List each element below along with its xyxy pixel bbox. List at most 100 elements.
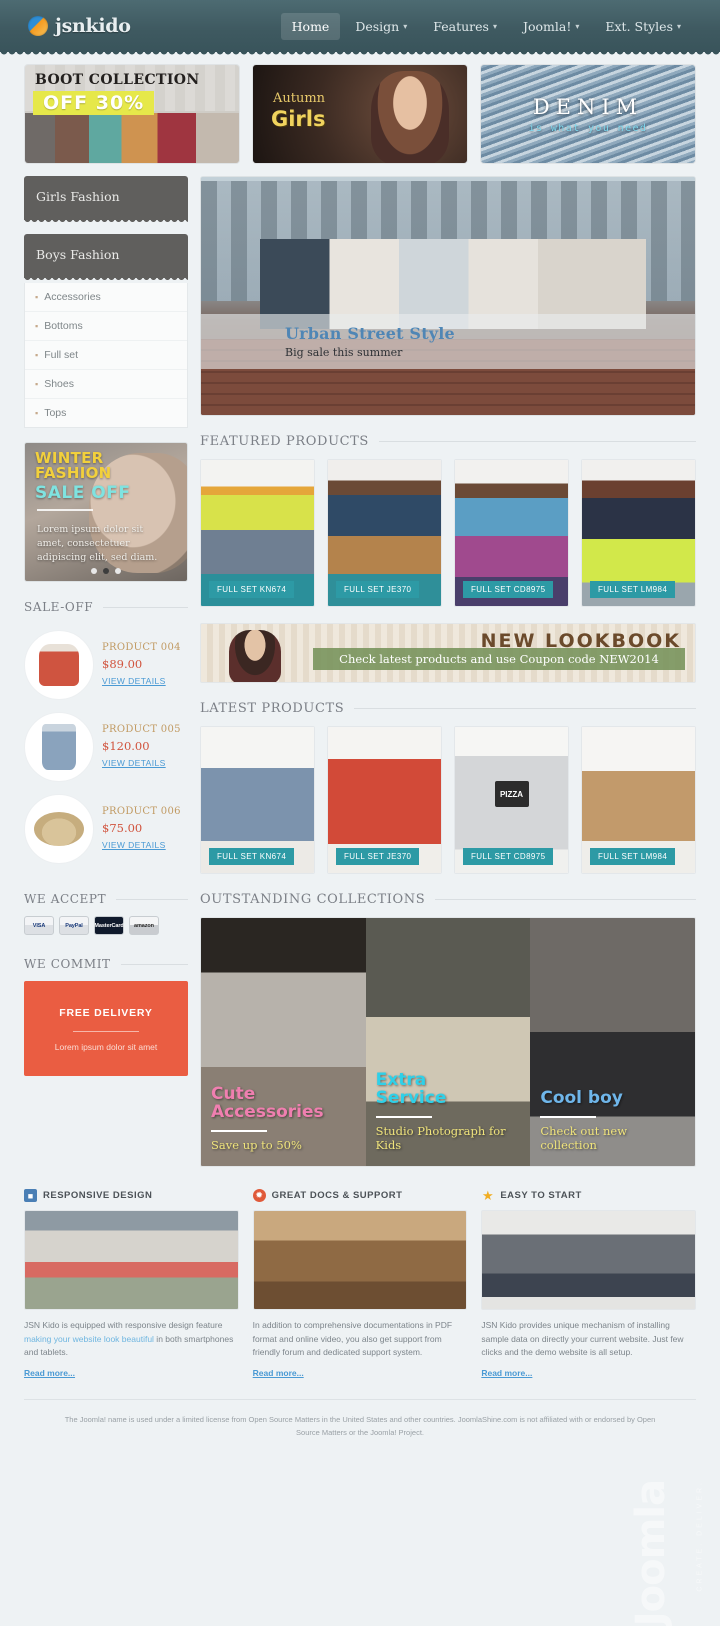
read-more-link[interactable]: Read more... [253,1368,304,1378]
feature-image [252,1210,468,1310]
title-rule [103,606,188,608]
view-details-link[interactable]: VIEW DETAILS [102,840,166,850]
payment-methods: VISA PayPal MasterCard amazon [24,916,188,935]
featured-products-grid: FULL SET KN674 FULL SET JE370 FULL SET C… [200,459,696,607]
product-card[interactable]: PIZZA FULL SET CD8975 [454,726,569,874]
collection-card-service[interactable]: Extra Service Studio Photograph for Kids [365,918,531,1166]
read-more-link[interactable]: Read more... [481,1368,532,1378]
nav-item-design[interactable]: Design ▾ [344,13,418,40]
sidebar-item-accessories[interactable]: ▪ Accessories [25,283,187,312]
title-rule [435,899,696,900]
hero-caption: Urban Street Style Big sale this summer [201,314,695,369]
product-name: PRODUCT 004 [102,641,181,653]
carousel-dot-1[interactable] [91,568,97,574]
free-delivery-heading: FREE DELIVERY [59,1007,153,1019]
sidebar-banner-winter-fashion[interactable]: WINTER FASHION SALE OFF Lorem ipsum dolo… [24,442,188,582]
we-commit-section-title: WE COMMIT [24,957,188,971]
free-delivery-box[interactable]: FREE DELIVERY Lorem ipsum dolor sit amet [24,981,188,1076]
sidebar-item-bottoms[interactable]: ▪ Bottoms [25,312,187,341]
banner-divider [37,509,93,511]
collections-section-title: OUTSTANDING COLLECTIONS [200,892,696,907]
title-rule [120,963,188,965]
view-details-link[interactable]: VIEW DETAILS [102,676,166,686]
product-name: PRODUCT 005 [102,723,181,735]
product-card[interactable]: FULL SET KN674 [200,459,315,607]
feature-header: ■ RESPONSIVE DESIGN [24,1189,239,1202]
list-item[interactable]: PRODUCT 005 $120.00 VIEW DETAILS [24,706,188,788]
hero-subheading: Big sale this summer [285,346,403,359]
page-body: BOOT COLLECTION OFF 30% Autumn Girls DEN… [0,52,720,1455]
lookbook-banner[interactable]: NEW LOOKBOOK Check latest products and u… [200,623,696,683]
product-price: $120.00 [102,738,150,753]
promo-banner-boots[interactable]: BOOT COLLECTION OFF 30% [24,64,240,164]
nav-item-features[interactable]: Features ▾ [422,13,508,40]
nav-item-ext-styles[interactable]: Ext. Styles ▾ [594,13,692,40]
carousel-dot-3[interactable] [115,568,121,574]
product-card[interactable]: FULL SET LM984 [581,459,696,607]
feature-text: JSN Kido is equipped with responsive des… [24,1319,239,1360]
nav-label: Design [355,18,400,34]
chevron-down-icon: ▾ [676,21,681,31]
product-card[interactable]: FULL SET JE370 [327,459,442,607]
banner-title: WINTER FASHION [35,449,112,483]
bullet-icon: ▪ [35,350,39,360]
nav-item-joomla[interactable]: Joomla! ▾ [512,13,590,40]
section-title-text: WE COMMIT [24,957,111,971]
promo-subtitle: is what you need [528,123,648,134]
star-icon: ★ [482,1187,494,1203]
nav-item-home[interactable]: Home [280,12,341,40]
section-title-text: LATEST PRODUCTS [200,701,345,716]
collection-subtext: Studio Photograph for Kids [375,1124,506,1152]
menu-item-label: Shoes [44,378,74,390]
banner-subtitle: SALE OFF [35,483,131,503]
nav-label: Home [291,18,330,34]
nav-label: Joomla! [522,18,572,34]
title-rule [116,898,188,900]
product-price: $75.00 [102,820,143,835]
sidebar-item-shoes[interactable]: ▪ Shoes [25,370,187,399]
sidebar-item-girls-fashion[interactable]: Girls Fashion [24,176,188,225]
collection-card-cool-boy[interactable]: Cool boy Check out new collection [530,918,695,1166]
list-item[interactable]: PRODUCT 006 $75.00 VIEW DETAILS [24,788,188,870]
promo-banner-autumn-girls[interactable]: Autumn Girls [252,64,468,164]
view-details-link[interactable]: VIEW DETAILS [102,758,166,768]
sidebar-item-full-set[interactable]: ▪ Full set [25,341,187,370]
section-title-text: SALE-OFF [24,600,94,614]
watermark-subtext: CREATE. DELIVER. [697,1480,704,1592]
collection-heading: Cute Accessories [211,1084,324,1123]
product-tag: FULL SET CD8975 [463,581,554,598]
hero-slider[interactable]: Urban Street Style Big sale this summer [200,176,696,416]
sidebar-item-boys-fashion[interactable]: Boys Fashion [24,234,188,283]
free-delivery-text: Lorem ipsum dolor sit amet [54,1042,158,1052]
product-name: PRODUCT 006 [102,805,181,817]
banner-paragraph: Lorem ipsum dolor sit amet, consectetuer… [37,524,158,563]
feature-text-before: JSN Kido is equipped with responsive des… [24,1320,223,1330]
featured-section-title: FEATURED PRODUCTS [200,434,696,449]
divider [73,1031,139,1032]
list-item[interactable]: PRODUCT 004 $89.00 VIEW DETAILS [24,624,188,706]
collection-card-accessories[interactable]: Cute Accessories Save up to 50% [201,918,366,1166]
sidebar-item-tops[interactable]: ▪ Tops [25,399,187,427]
product-card[interactable]: FULL SET CD8975 [454,459,569,607]
main-columns: Girls Fashion Boys Fashion ▪ Accessories… [24,176,696,1167]
product-card[interactable]: FULL SET JE370 [327,726,442,874]
collection-heading: Cool boy [540,1088,623,1109]
carousel-dot-2[interactable] [103,568,109,574]
feature-title: GREAT DOCS & SUPPORT [271,1190,403,1201]
main-content: Urban Street Style Big sale this summer … [200,176,696,1167]
lifebuoy-icon: ✹ [252,1189,266,1202]
feature-inline-link[interactable]: making your website look beautiful [24,1334,154,1344]
product-card[interactable]: FULL SET KN674 [200,726,315,874]
paypal-icon: PayPal [59,916,89,935]
collection-subtext: Save up to 50% [211,1138,302,1152]
feature-box-docs-support: ✹ GREAT DOCS & SUPPORT In addition to co… [252,1189,468,1381]
promo-banner-row: BOOT COLLECTION OFF 30% Autumn Girls DEN… [24,64,696,164]
lookbook-coupon-bar: Check latest products and use Coupon cod… [313,648,685,670]
read-more-link[interactable]: Read more... [24,1368,75,1378]
visa-icon: VISA [24,916,54,935]
product-card[interactable]: FULL SET LM984 [581,726,696,874]
feature-box-responsive-design: ■ RESPONSIVE DESIGN JSN Kido is equipped… [24,1189,239,1381]
promo-banner-denim[interactable]: DENIM is what you need [480,64,696,164]
site-logo[interactable]: jsnkido [28,15,131,37]
nav-label: Ext. Styles [605,18,673,34]
